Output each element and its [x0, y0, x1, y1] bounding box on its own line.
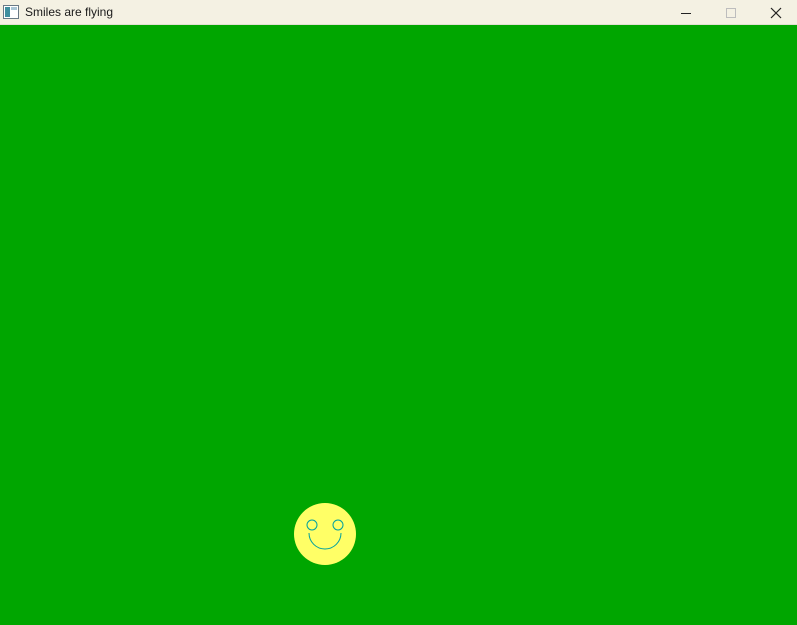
window-title: Smiles are flying: [25, 5, 114, 19]
title-bar[interactable]: Smiles are flying: [0, 0, 797, 25]
close-icon: [770, 7, 782, 18]
maximize-button[interactable]: [709, 0, 753, 25]
smiley-face-icon: [294, 503, 356, 565]
close-button[interactable]: [754, 0, 797, 25]
app-window: Smiles are flying: [0, 0, 797, 625]
app-window-icon: [3, 5, 19, 19]
maximize-icon: [726, 7, 736, 18]
game-canvas[interactable]: [0, 25, 797, 625]
minimize-button[interactable]: [664, 0, 708, 25]
minimize-icon: [681, 12, 691, 14]
